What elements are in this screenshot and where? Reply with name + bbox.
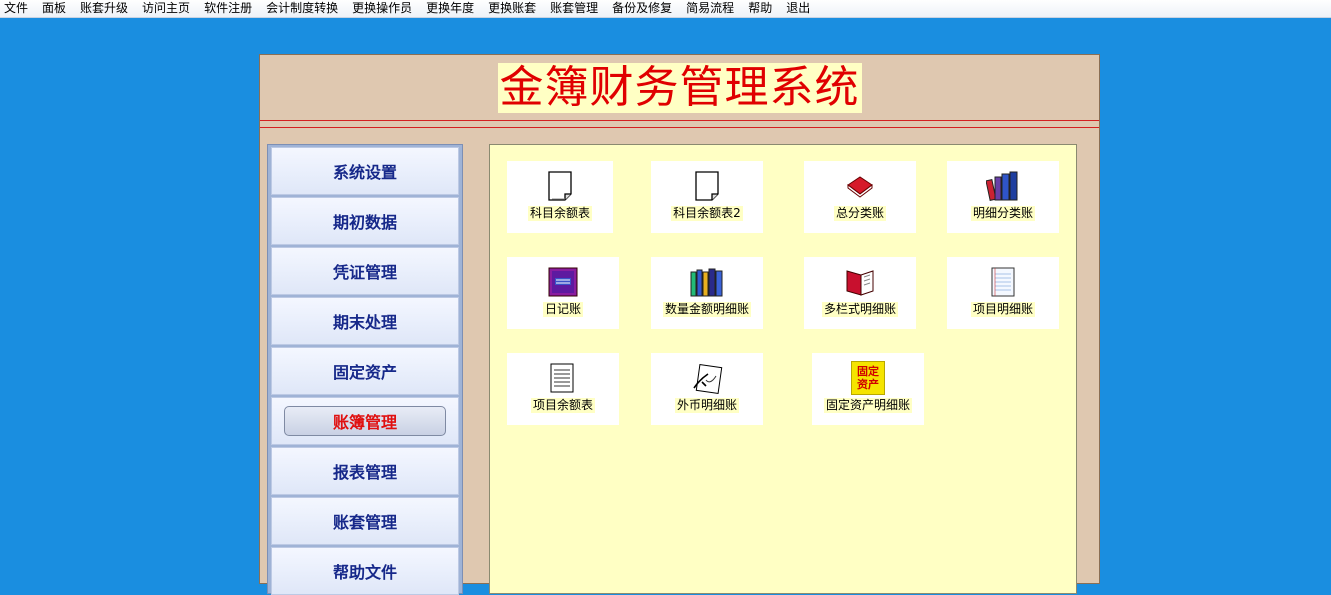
open-book-icon xyxy=(842,265,878,299)
menu-panel[interactable]: 面板 xyxy=(35,0,73,17)
tile-label: 项目明细账 xyxy=(970,302,1035,317)
menu-help[interactable]: 帮助 xyxy=(741,0,779,17)
ledger-content-area: 科目余额表 科目余额表2 总分类账 明细分类账 日记账 数量金额明细账 多栏式明… xyxy=(489,144,1077,594)
menu-accounting-system[interactable]: 会计制度转换 xyxy=(259,0,345,17)
books-icon xyxy=(985,169,1021,203)
tile-label: 项目余额表 xyxy=(530,398,595,413)
tile-label: 外币明细账 xyxy=(674,398,739,413)
report-icon xyxy=(545,361,581,395)
tile-quantity-amount-ledger[interactable]: 数量金额明细账 xyxy=(651,257,763,329)
document-icon xyxy=(542,169,578,203)
menu-change-account-set[interactable]: 更换账套 xyxy=(481,0,543,17)
nav-fixed-assets[interactable]: 固定资产 xyxy=(271,347,459,395)
notepad-icon xyxy=(985,265,1021,299)
title-divider-top xyxy=(260,120,1099,121)
menu-homepage[interactable]: 访问主页 xyxy=(135,0,197,17)
nav-account-set-management[interactable]: 账套管理 xyxy=(271,497,459,545)
tile-general-ledger[interactable]: 总分类账 xyxy=(804,161,916,233)
tile-project-balance[interactable]: 项目余额表 xyxy=(507,353,619,425)
nav-help-files[interactable]: 帮助文件 xyxy=(271,547,459,595)
tile-project-detail-ledger[interactable]: 项目明细账 xyxy=(947,257,1059,329)
nav-period-end[interactable]: 期末处理 xyxy=(271,297,459,345)
menu-change-year[interactable]: 更换年度 xyxy=(419,0,481,17)
red-book-icon xyxy=(842,169,878,203)
tile-label: 科目余额表2 xyxy=(671,206,743,221)
tile-multi-column-ledger[interactable]: 多栏式明细账 xyxy=(804,257,916,329)
app-title: 金簿财务管理系统 xyxy=(497,62,862,113)
tile-label: 多栏式明细账 xyxy=(821,302,898,317)
tile-label: 固定资产明细账 xyxy=(823,398,912,413)
tile-label: 明细分类账 xyxy=(970,206,1035,221)
tile-fixed-asset-ledger[interactable]: 固定 资产 固定资产明细账 xyxy=(812,353,924,425)
menu-exit[interactable]: 退出 xyxy=(779,0,817,17)
nav-report-management[interactable]: 报表管理 xyxy=(271,447,459,495)
nav-system-settings[interactable]: 系统设置 xyxy=(271,147,459,195)
tile-label: 数量金额明细账 xyxy=(662,302,751,317)
signature-icon xyxy=(689,361,725,395)
menu-account-set-management[interactable]: 账套管理 xyxy=(543,0,605,17)
menu-upgrade[interactable]: 账套升级 xyxy=(73,0,135,17)
tile-account-balance[interactable]: 科目余额表 xyxy=(507,161,613,233)
menu-change-operator[interactable]: 更换操作员 xyxy=(345,0,419,17)
diary-icon xyxy=(545,265,581,299)
tile-label: 总分类账 xyxy=(833,206,886,221)
tile-foreign-currency-ledger[interactable]: 外币明细账 xyxy=(651,353,763,425)
menu-simple-flow[interactable]: 简易流程 xyxy=(679,0,741,17)
nav-opening-data[interactable]: 期初数据 xyxy=(271,197,459,245)
nav-ledger-management[interactable]: 账簿管理 xyxy=(271,397,459,445)
main-panel: 金簿财务管理系统 系统设置 期初数据 凭证管理 期末处理 固定资产 账簿管理 报… xyxy=(259,54,1100,595)
tile-detail-ledger[interactable]: 明细分类账 xyxy=(947,161,1059,233)
menu-bar: 文件 面板 账套升级 访问主页 软件注册 会计制度转换 更换操作员 更换年度 更… xyxy=(0,0,1331,18)
tile-label: 科目余额表 xyxy=(527,206,592,221)
tile-label: 日记账 xyxy=(542,302,583,317)
menu-backup-repair[interactable]: 备份及修复 xyxy=(605,0,679,17)
bookshelf-icon xyxy=(689,265,725,299)
title-divider-bottom xyxy=(260,127,1099,128)
menu-register[interactable]: 软件注册 xyxy=(197,0,259,17)
document-icon xyxy=(689,169,725,203)
nav-voucher-management[interactable]: 凭证管理 xyxy=(271,247,459,295)
sidebar-nav: 系统设置 期初数据 凭证管理 期末处理 固定资产 账簿管理 报表管理 账套管理 … xyxy=(267,144,463,595)
tile-account-balance-2[interactable]: 科目余额表2 xyxy=(651,161,763,233)
tile-journal[interactable]: 日记账 xyxy=(507,257,619,329)
menu-file[interactable]: 文件 xyxy=(0,0,35,17)
fixed-assets-icon: 固定 资产 xyxy=(851,361,885,395)
